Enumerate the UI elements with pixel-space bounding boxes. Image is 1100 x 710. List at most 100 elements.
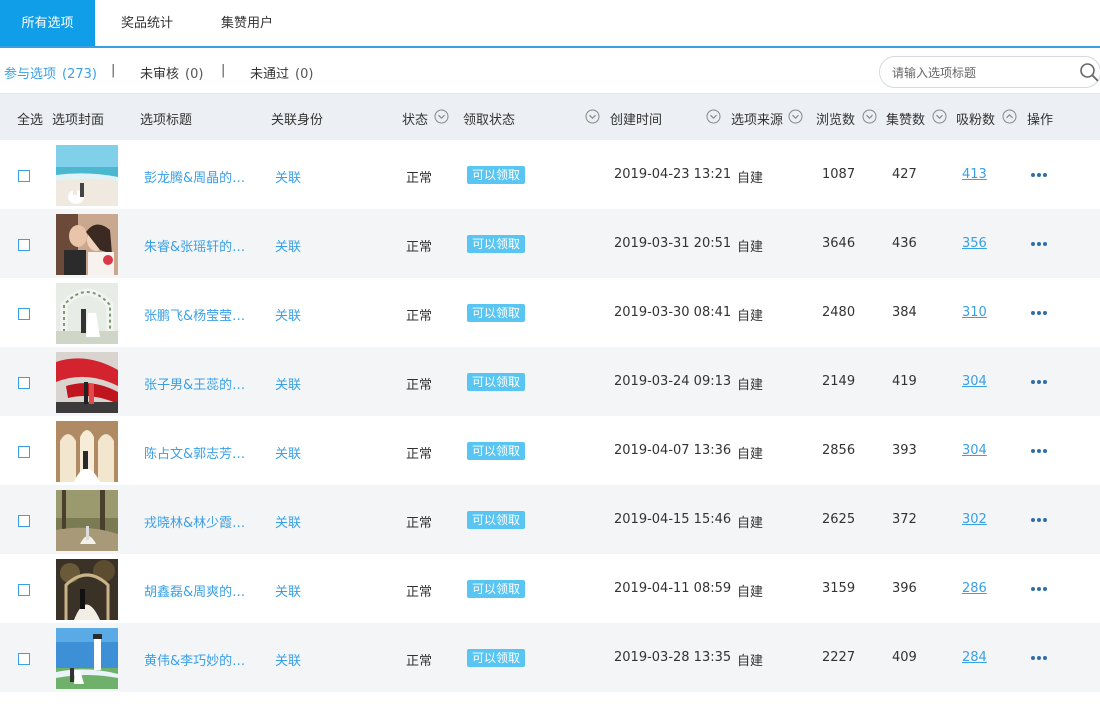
tab-like-users[interactable]: 集赞用户 [202, 0, 292, 46]
views-count: 3159 [822, 581, 856, 596]
source-text: 自建 [737, 585, 764, 600]
row-checkbox[interactable] [18, 308, 30, 320]
identity-link[interactable]: 关联 [275, 236, 301, 255]
row-checkbox[interactable] [18, 515, 30, 527]
chevron-down-icon[interactable] [932, 109, 947, 124]
row-checkbox[interactable] [18, 584, 30, 596]
identity-link[interactable]: 关联 [275, 650, 301, 669]
table-row: 胡鑫磊&周爽的婚... 关联 正常 可以领取 2019-04-11 08:59 … [0, 554, 1100, 623]
row-checkbox[interactable] [18, 446, 30, 458]
fans-count-link[interactable]: 286 [962, 581, 987, 596]
source-text: 自建 [737, 171, 764, 186]
filter-rejected[interactable]: 未通过 (0) [250, 63, 313, 82]
claim-status-badge: 可以领取 [467, 373, 526, 391]
identity-link[interactable]: 关联 [275, 167, 301, 186]
flower-arch-photo [56, 283, 118, 344]
likes-count: 409 [892, 650, 917, 665]
filter-label: 未通过 [250, 67, 290, 82]
identity-link[interactable]: 关联 [275, 581, 301, 600]
table-row: 张鹏飞&杨莹莹的... 关联 正常 可以领取 2019-03-30 08:41 … [0, 278, 1100, 347]
search-input[interactable] [892, 63, 1067, 83]
row-checkbox[interactable] [18, 377, 30, 389]
row-checkbox[interactable] [18, 170, 30, 182]
option-title-link[interactable]: 彭龙腾&周晶的婚... [144, 167, 256, 186]
option-title-link[interactable]: 黄伟&李巧妙的婚... [144, 650, 256, 669]
identity-link[interactable]: 关联 [275, 305, 301, 324]
chevron-up-icon[interactable] [1002, 109, 1017, 124]
night-garden-photo [56, 559, 118, 620]
identity-link[interactable]: 关联 [275, 374, 301, 393]
more-actions-icon[interactable] [1031, 380, 1049, 386]
top-tab-bar: 所有选项 奖品统计 集赞用户 [0, 0, 1100, 48]
col-actions: 操作 [1027, 113, 1054, 128]
claim-status-badge: 可以领取 [467, 511, 526, 529]
identity-link[interactable]: 关联 [275, 512, 301, 531]
claim-status-badge: 可以领取 [467, 649, 526, 667]
likes-count: 396 [892, 581, 917, 596]
fans-count-link[interactable]: 310 [962, 305, 987, 320]
filter-separator: | [111, 63, 116, 78]
fans-count-link[interactable]: 413 [962, 167, 987, 182]
col-created-time: 创建时间 [610, 113, 663, 128]
col-status: 状态 [402, 113, 429, 128]
identity-link[interactable]: 关联 [275, 443, 301, 462]
fans-count-link[interactable]: 304 [962, 443, 987, 458]
table-row: 戎晓林&林少霞的... 关联 正常 可以领取 2019-04-15 15:46 … [0, 485, 1100, 554]
created-time: 2019-03-28 13:35 [614, 650, 732, 665]
col-claim-status: 领取状态 [463, 113, 516, 128]
table-row: 陈占文&郭志芳的... 关联 正常 可以领取 2019-04-07 13:36 … [0, 416, 1100, 485]
more-actions-icon[interactable] [1031, 656, 1049, 662]
status-text: 正常 [406, 309, 433, 324]
church-hall-photo [56, 421, 118, 482]
more-actions-icon[interactable] [1031, 587, 1049, 593]
tab-prize-stats[interactable]: 奖品统计 [102, 0, 192, 46]
option-title-link[interactable]: 陈占文&郭志芳的... [144, 443, 256, 462]
option-title-link[interactable]: 胡鑫磊&周爽的婚... [144, 581, 256, 600]
chevron-down-icon[interactable] [706, 109, 721, 124]
claim-status-badge: 可以领取 [467, 304, 526, 322]
table-row: 朱睿&张瑶轩的婚... 关联 正常 可以领取 2019-03-31 20:51 … [0, 209, 1100, 278]
filter-pending-review[interactable]: 未审核 (0) [140, 63, 203, 82]
col-select-all[interactable]: 全选 [17, 109, 43, 128]
fans-count-link[interactable]: 284 [962, 650, 987, 665]
more-actions-icon[interactable] [1031, 173, 1049, 179]
row-checkbox[interactable] [18, 653, 30, 665]
more-actions-icon[interactable] [1031, 449, 1049, 455]
created-time: 2019-03-31 20:51 [614, 236, 732, 251]
likes-count: 384 [892, 305, 917, 320]
filter-count: (0) [295, 67, 314, 82]
chevron-down-icon[interactable] [434, 109, 449, 124]
views-count: 1087 [822, 167, 856, 182]
tab-all-options[interactable]: 所有选项 [0, 0, 95, 46]
source-text: 自建 [737, 654, 764, 669]
option-title-link[interactable]: 张子男&王蕊的婚... [144, 374, 256, 393]
table-header: 全选 选项封面 选项标题 关联身份 状态 领取状态 创建时间 选项来源 浏览数 … [0, 93, 1100, 140]
search-icon[interactable] [1079, 62, 1099, 82]
views-count: 3646 [822, 236, 856, 251]
claim-status-badge: 可以领取 [467, 580, 526, 598]
col-title: 选项标题 [140, 113, 193, 128]
chevron-down-icon[interactable] [585, 109, 600, 124]
filter-participating[interactable]: 参与选项 (273) [4, 63, 97, 82]
more-actions-icon[interactable] [1031, 311, 1049, 317]
chevron-down-icon[interactable] [862, 109, 877, 124]
fans-count-link[interactable]: 356 [962, 236, 987, 251]
status-text: 正常 [406, 240, 433, 255]
row-checkbox[interactable] [18, 239, 30, 251]
created-time: 2019-03-30 08:41 [614, 305, 732, 320]
table-row: 彭龙腾&周晶的婚... 关联 正常 可以领取 2019-04-23 13:21 … [0, 140, 1100, 209]
filter-separator: | [221, 63, 226, 78]
status-text: 正常 [406, 516, 433, 531]
chevron-down-icon[interactable] [788, 109, 803, 124]
more-actions-icon[interactable] [1031, 518, 1049, 524]
views-count: 2856 [822, 443, 856, 458]
status-text: 正常 [406, 171, 433, 186]
likes-count: 427 [892, 167, 917, 182]
fans-count-link[interactable]: 304 [962, 374, 987, 389]
more-actions-icon[interactable] [1031, 242, 1049, 248]
option-title-link[interactable]: 张鹏飞&杨莹莹的... [144, 305, 256, 324]
filter-bar: 参与选项 (273) | 未审核 (0) | 未通过 (0) [0, 50, 1100, 92]
option-title-link[interactable]: 戎晓林&林少霞的... [144, 512, 256, 531]
option-title-link[interactable]: 朱睿&张瑶轩的婚... [144, 236, 256, 255]
fans-count-link[interactable]: 302 [962, 512, 987, 527]
